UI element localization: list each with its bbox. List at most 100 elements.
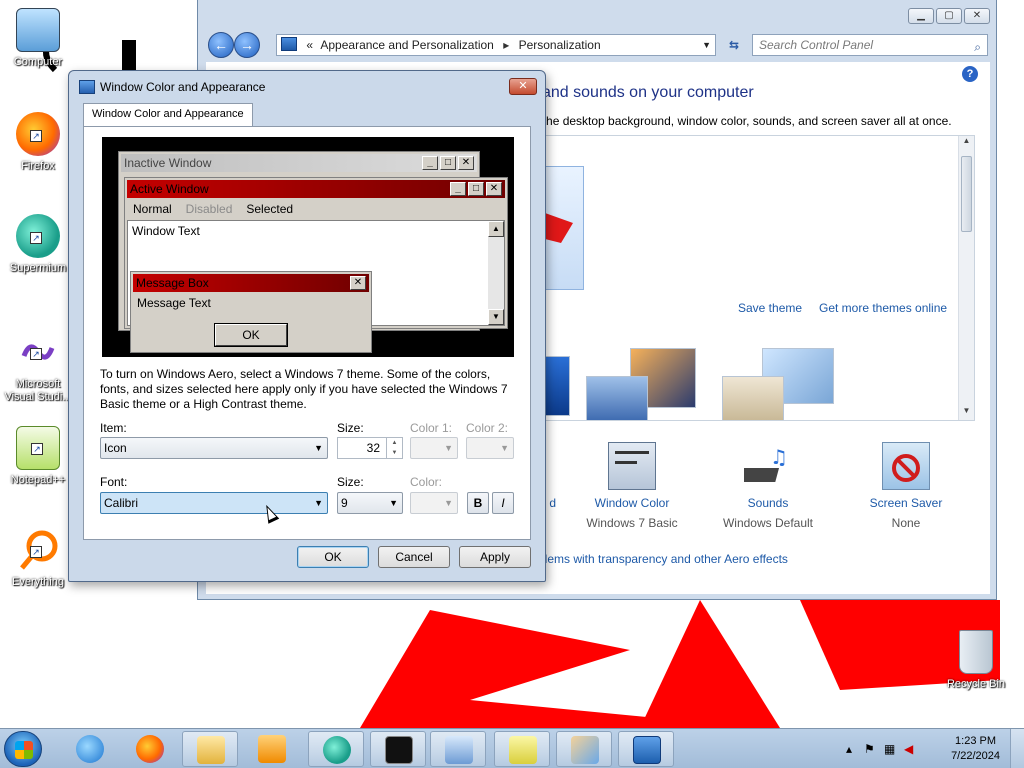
close-icon: ✕ (458, 156, 474, 170)
apply-button[interactable]: Apply (459, 546, 531, 568)
show-desktop-button[interactable] (1010, 729, 1024, 768)
minimize-button[interactable]: ▁ (908, 8, 934, 24)
firefox-icon (136, 735, 164, 763)
desktop-icon-notepad-plus-plus[interactable]: ↗ Notepad++ (0, 426, 76, 487)
breadcrumb-appearance[interactable]: Appearance and Personalization (320, 38, 493, 52)
taskbar-internet-explorer[interactable] (62, 731, 118, 767)
close-button[interactable]: ✕ (964, 8, 990, 24)
dialog-close-button[interactable]: ✕ (509, 78, 537, 95)
color1-picker[interactable]: ▼ (410, 437, 458, 459)
scroll-thumb[interactable] (961, 156, 972, 232)
personalization-icon (633, 736, 661, 764)
color2-picker[interactable]: ▼ (466, 437, 514, 459)
caption-buttons: ▁ ▢ ✕ (908, 8, 990, 24)
maximize-button[interactable]: ▢ (936, 8, 962, 24)
font-color-picker[interactable]: ▼ (410, 492, 458, 514)
search-input[interactable]: Search Control Panel ⌕ (752, 34, 988, 56)
menu-disabled[interactable]: Disabled (186, 202, 233, 216)
breadcrumb-personalization[interactable]: Personalization (519, 38, 601, 52)
dialog-tab-panel: Inactive Window _ □ ✕ Active Window _ □ ✕ No… (83, 126, 531, 540)
appearance-preview[interactable]: Inactive Window _ □ ✕ Active Window _ □ ✕ No… (102, 137, 514, 357)
taskbar-control-panel[interactable] (430, 731, 486, 767)
desktop-icon-firefox[interactable]: ↗ Firefox (0, 112, 76, 173)
back-button[interactable]: ← (208, 32, 234, 58)
action-center-flag-icon[interactable]: ⚑ (864, 742, 878, 756)
dropdown-arrow-icon: ▼ (314, 498, 323, 508)
refresh-button[interactable]: ⇆ (722, 34, 746, 56)
message-box-title-bar[interactable]: Message Box ✕ (133, 274, 369, 292)
theme-thumbnail[interactable] (544, 356, 570, 416)
cancel-button[interactable]: Cancel (378, 546, 450, 568)
theme-thumbnail[interactable] (586, 376, 648, 420)
get-more-themes-link[interactable]: Get more themes online (819, 301, 947, 315)
font-size-select[interactable]: 9 ▼ (337, 492, 403, 514)
bold-button[interactable]: B (467, 492, 489, 514)
screen-saver-item[interactable]: Screen Saver None (846, 442, 966, 530)
supermium-icon (323, 736, 351, 764)
theme-thumbnail[interactable] (722, 376, 784, 420)
desktop-icon-computer[interactable]: Computer (0, 8, 76, 69)
address-bar[interactable]: « Appearance and Personalization ▸ Perso… (276, 34, 716, 56)
active-title-bar[interactable]: Active Window _ □ ✕ (127, 180, 505, 198)
desktop-icon-visual-studio[interactable]: ↗ Microsoft Visual Studi... (0, 330, 76, 404)
scroll-up-icon[interactable]: ▲ (959, 136, 974, 150)
preview-message-box[interactable]: Message Box ✕ Message Text OK (130, 271, 372, 353)
help-icon[interactable]: ? (962, 66, 978, 82)
computer-icon (16, 8, 60, 52)
show-hidden-icons-icon[interactable]: ▴ (846, 742, 860, 756)
taskbar-supermium[interactable] (308, 731, 364, 767)
desktop-icon-recycle-bin[interactable]: Recycle Bin (938, 630, 1014, 691)
taskbar-paint[interactable] (556, 731, 612, 767)
aero-info-text: To turn on Windows Aero, select a Window… (100, 367, 508, 411)
search-icon[interactable]: ⌕ (974, 37, 981, 57)
shortcut-arrow-icon: ↗ (31, 443, 43, 455)
system-clock[interactable]: 1:23 PM 7/22/2024 (951, 734, 1000, 764)
control-panel-icon (281, 37, 297, 51)
italic-button[interactable]: I (492, 492, 514, 514)
preview-ok-button[interactable]: OK (214, 323, 288, 347)
network-icon[interactable]: ▦ (884, 742, 898, 756)
item-size-stepper[interactable]: 32 ▲ ▼ (337, 437, 403, 459)
close-icon: ✕ (486, 182, 502, 196)
dialog-title: Window Color and Appearance (100, 80, 266, 94)
scroll-up-icon: ▲ (488, 221, 504, 237)
start-button[interactable] (4, 731, 42, 767)
desktop-icon-everything[interactable]: ↗ Everything (0, 528, 76, 589)
taskbar-sticky-notes[interactable] (494, 731, 550, 767)
preview-menu-bar[interactable]: Normal Disabled Selected (127, 200, 505, 218)
inactive-title-bar[interactable]: Inactive Window _ □ ✕ (121, 154, 477, 172)
windows-logo-icon (15, 741, 33, 759)
maximize-icon: □ (468, 182, 484, 196)
selected-theme-tile[interactable] (544, 166, 584, 290)
tab-window-color[interactable]: Window Color and Appearance (83, 103, 253, 127)
themes-list[interactable]: Save theme Get more themes online ▲ ▼ (543, 135, 975, 421)
color1-label: Color 1: (410, 421, 453, 435)
ok-button[interactable]: OK (297, 546, 369, 568)
menu-normal[interactable]: Normal (133, 202, 172, 216)
dropdown-arrow-icon: ▼ (444, 443, 453, 453)
save-theme-link[interactable]: Save theme (738, 301, 802, 315)
scroll-down-icon[interactable]: ▼ (959, 406, 974, 420)
taskbar-media-player[interactable] (244, 731, 300, 767)
breadcrumb-separator-icon: ▸ (503, 38, 510, 52)
system-tray: ▴ ⚑ ▦ ◀ 1:23 PM 7/22/2024 (834, 729, 1024, 768)
address-dropdown-icon[interactable]: ▼ (702, 35, 711, 55)
message-text: Message Text (137, 296, 211, 310)
taskbar-command-prompt[interactable] (370, 731, 426, 767)
spin-arrows-icon[interactable]: ▲ ▼ (386, 438, 402, 458)
volume-muted-icon[interactable]: ◀ (904, 742, 918, 756)
font-select[interactable]: Calibri ▼ (100, 492, 328, 514)
forward-button[interactable]: → (234, 32, 260, 58)
item-select[interactable]: Icon ▼ (100, 437, 328, 459)
taskbar-explorer[interactable] (182, 731, 238, 767)
sounds-item[interactable]: ♫ Sounds Windows Default (708, 442, 828, 530)
themes-scrollbar[interactable]: ▲ ▼ (958, 136, 974, 420)
taskbar-firefox[interactable] (122, 731, 178, 767)
taskbar-personalization[interactable] (618, 731, 674, 767)
menu-selected[interactable]: Selected (246, 202, 293, 216)
window-color-item[interactable]: Window Color Windows 7 Basic (572, 442, 692, 530)
preview-scrollbar[interactable]: ▲ ▼ (488, 221, 504, 325)
aero-troubleshoot-link[interactable]: blems with transparency and other Aero e… (538, 552, 788, 566)
recycle-bin-icon (959, 630, 993, 674)
desktop-icon-supermium[interactable]: ↗ Supermium (0, 214, 76, 275)
